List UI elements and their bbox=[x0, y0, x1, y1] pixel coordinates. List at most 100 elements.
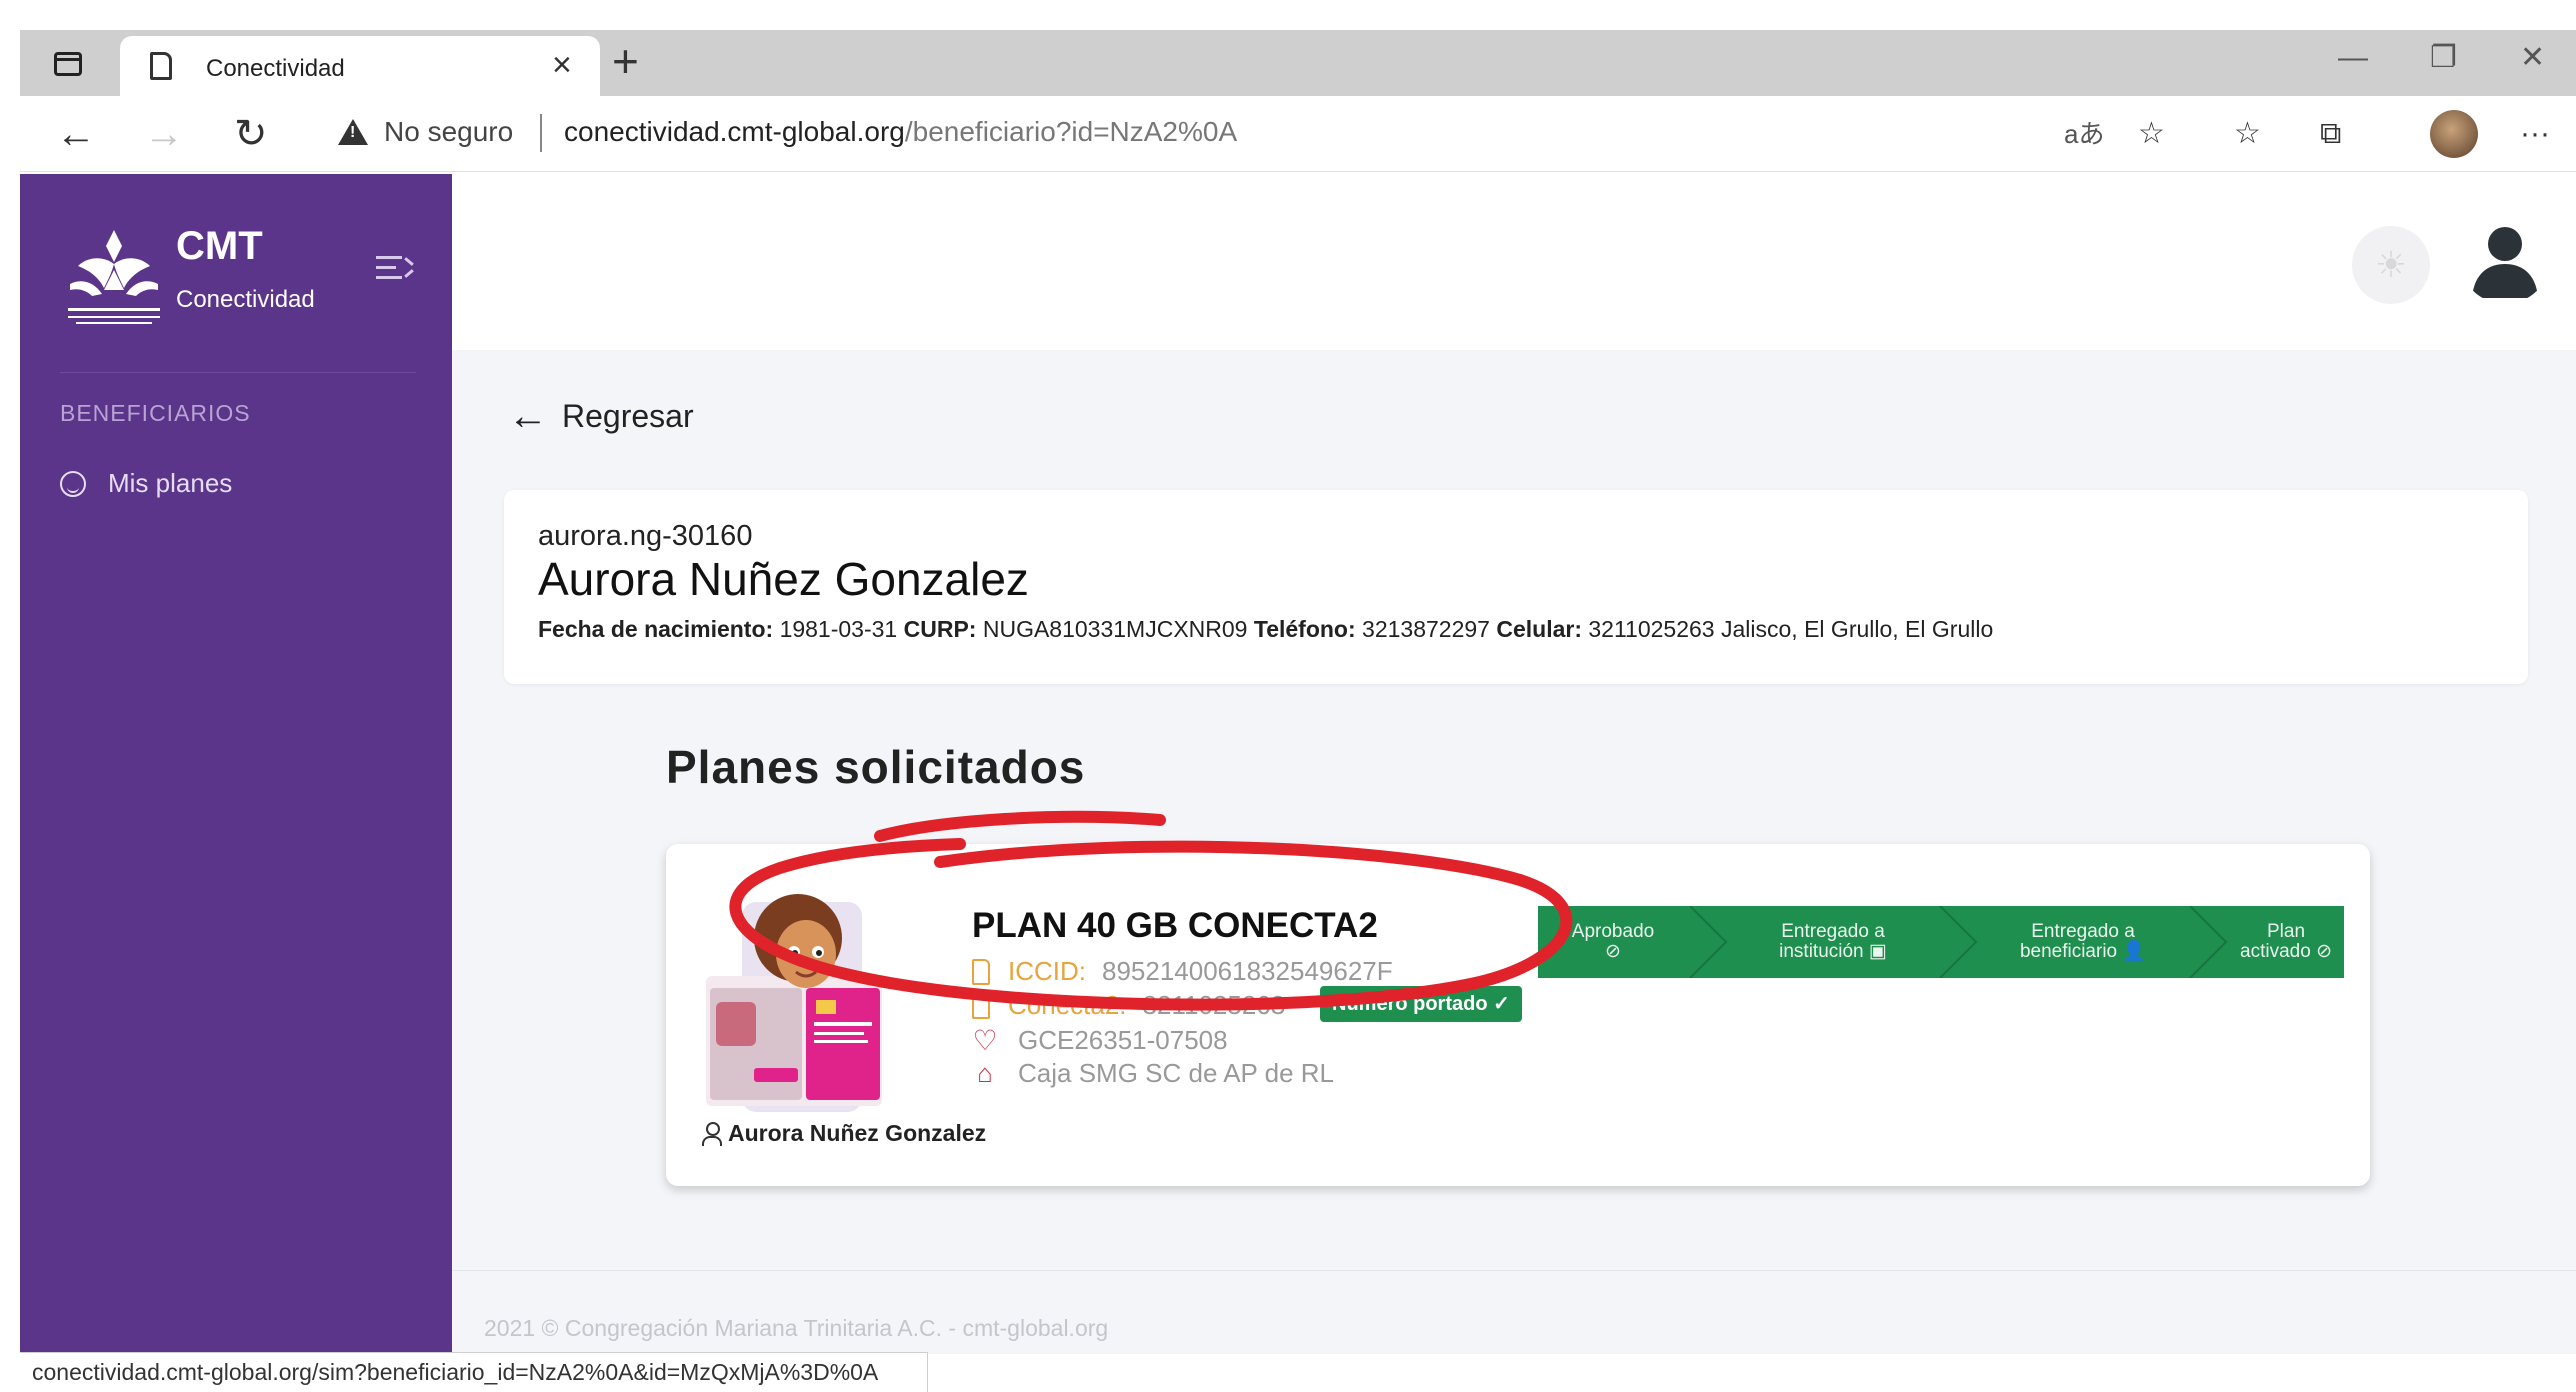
number-label: Conecta2: bbox=[1008, 990, 1127, 1020]
curp-value: NUGA810331MJCXNR09 bbox=[982, 616, 1248, 642]
step-entregado-beneficiario: Entregado a beneficiario 👤 bbox=[1978, 906, 2188, 978]
number-value: 3211025263 bbox=[1142, 990, 1286, 1020]
favorites-icon[interactable]: ☆ bbox=[2234, 116, 2261, 152]
plan-owner: Aurora Nuñez Gonzalez bbox=[702, 1120, 986, 1147]
check-circle-icon: ⊘ bbox=[1605, 941, 1621, 962]
beneficiary-details: Fecha de nacimiento: 1981-03-31 CURP: NU… bbox=[538, 616, 1993, 643]
security-indicator[interactable]: No seguro bbox=[338, 116, 513, 148]
iccid-value: 8952140061832549627F bbox=[1102, 956, 1393, 986]
section-title: Planes solicitados bbox=[666, 741, 1086, 793]
main-content: ← Regresar aurora.ng-30160 Aurora Nuñez … bbox=[452, 350, 2576, 1270]
sidebar-item-label: Mis planes bbox=[108, 468, 233, 498]
page-icon bbox=[150, 52, 172, 80]
favorite-add-icon[interactable]: ☆ bbox=[2138, 116, 2165, 152]
step-label: Plan bbox=[2266, 921, 2306, 942]
more-icon[interactable]: ··· bbox=[2520, 116, 2550, 152]
warning-icon bbox=[338, 119, 368, 145]
plan-product-image bbox=[706, 894, 882, 1112]
tab-strip: Conectividad × + — ❐ ✕ bbox=[20, 30, 2576, 96]
theme-toggle-icon[interactable]: ☀ bbox=[2352, 226, 2430, 304]
step-chevron bbox=[1939, 906, 1978, 978]
beneficiary-name: Aurora Nuñez Gonzalez bbox=[538, 553, 1029, 605]
institution-value: Caja SMG SC de AP de RL bbox=[1018, 1058, 1335, 1088]
back-link[interactable]: ← Regresar bbox=[508, 396, 694, 436]
iccid-row: ICCID: 8952140061832549627F bbox=[972, 956, 1393, 987]
sidebar-divider bbox=[60, 372, 416, 373]
phone-value: 3213872297 bbox=[1362, 616, 1490, 642]
page-footer: 2021 © Congregación Mariana Trinitaria A… bbox=[452, 1271, 2576, 1354]
minimize-icon[interactable]: — bbox=[2338, 38, 2368, 78]
plan-progress-bar: Aprobado ⊘ Entregado a institución ▣ Ent… bbox=[1538, 906, 2344, 978]
step-aprobado: Aprobado ⊘ bbox=[1538, 906, 1688, 978]
location: Jalisco, El Grullo, El Grullo bbox=[1721, 616, 1994, 642]
cell-label: Celular: bbox=[1496, 616, 1582, 642]
profile-avatar[interactable] bbox=[2430, 110, 2478, 158]
tab-title: Conectividad bbox=[206, 55, 345, 82]
page-header: ☀ bbox=[452, 174, 2576, 350]
clipboard-check-icon: ▣ bbox=[1868, 941, 1887, 962]
user-check-icon: 👤 bbox=[2122, 941, 2147, 962]
collections-icon[interactable]: ⧉ bbox=[2320, 116, 2341, 152]
cell-value: 3211025263 bbox=[1588, 616, 1715, 642]
sidebar-collapse-icon[interactable] bbox=[376, 256, 414, 286]
plan-name: PLAN 40 GB CONECTA2 bbox=[972, 906, 1378, 945]
footer-text: 2021 © Congregación Mariana Trinitaria A… bbox=[484, 1315, 1109, 1341]
url-separator bbox=[540, 114, 542, 152]
folio-value: GCE26351-07508 bbox=[1018, 1025, 1228, 1055]
back-label: Regresar bbox=[562, 397, 694, 434]
back-icon[interactable]: ← bbox=[56, 112, 96, 156]
smiley-icon bbox=[60, 470, 86, 497]
window-close-icon[interactable]: ✕ bbox=[2520, 38, 2545, 78]
heart-icon: ♡ bbox=[972, 1025, 998, 1056]
address-bar[interactable]: conectividad.cmt-global.org/beneficiario… bbox=[564, 116, 1237, 148]
step-label: Entregado a bbox=[1781, 921, 1885, 942]
sim-card-icon bbox=[972, 992, 990, 1019]
curp-label: CURP: bbox=[903, 616, 977, 642]
step-chevron bbox=[1689, 906, 1728, 978]
security-label: No seguro bbox=[384, 116, 514, 147]
tab-actions-button[interactable] bbox=[48, 44, 88, 84]
folio-row: ♡ GCE26351-07508 bbox=[972, 1024, 1228, 1057]
browser-window: Conectividad × + — ❐ ✕ ← → ↻ No seguro c… bbox=[0, 0, 2576, 1392]
step-plan-activado: Plan activado ⊘ bbox=[2228, 906, 2344, 978]
refresh-icon[interactable]: ↻ bbox=[234, 112, 268, 156]
sidebar-item-mis-planes[interactable]: Mis planes bbox=[60, 468, 232, 499]
step-label-2: institución bbox=[1779, 941, 1864, 962]
tab-conectividad[interactable]: Conectividad × bbox=[120, 36, 600, 96]
institution-row: ⌂ Caja SMG SC de AP de RL bbox=[972, 1058, 1334, 1089]
person-icon bbox=[702, 1121, 722, 1146]
iccid-label: ICCID: bbox=[1008, 956, 1086, 986]
new-tab-icon[interactable]: + bbox=[612, 36, 639, 86]
plan-card[interactable]: Aurora Nuñez Gonzalez PLAN 40 GB CONECTA… bbox=[666, 844, 2370, 1186]
status-bar-url: conectividad.cmt-global.org/sim?benefici… bbox=[20, 1352, 928, 1392]
browser-toolbar: ← → ↻ No seguro conectividad.cmt-global.… bbox=[20, 96, 2576, 172]
plan-owner-name: Aurora Nuñez Gonzalez bbox=[728, 1120, 987, 1146]
url-path: /beneficiario?id=NzA2%0A bbox=[904, 116, 1238, 147]
sidebar-section-heading: BENEFICIARIOS bbox=[60, 400, 251, 426]
sim-card-icon bbox=[972, 958, 990, 985]
user-avatar-icon[interactable] bbox=[2460, 214, 2550, 304]
forward-icon[interactable]: → bbox=[144, 112, 184, 156]
phone-label: Teléfono: bbox=[1253, 616, 1356, 642]
step-label-2: beneficiario bbox=[2019, 941, 2118, 962]
cmt-logo bbox=[68, 230, 160, 324]
step-entregado-institucion: Entregado a institución ▣ bbox=[1728, 906, 1938, 978]
brand-subtitle: Conectividad bbox=[176, 286, 315, 313]
step-label-2: activado bbox=[2240, 941, 2311, 962]
beneficiary-card: aurora.ng-30160 Aurora Nuñez Gonzalez Fe… bbox=[504, 490, 2528, 684]
sidebar: CMT Conectividad BENEFICIARIOS Mis plane… bbox=[20, 174, 452, 1354]
read-aloud-icon[interactable]: aあ bbox=[2064, 116, 2104, 152]
brand-name: CMT bbox=[176, 224, 263, 268]
step-label: Aprobado bbox=[1571, 921, 1655, 942]
beneficiary-username: aurora.ng-30160 bbox=[538, 520, 753, 552]
tab-close-icon[interactable]: × bbox=[552, 48, 572, 82]
step-label: Entregado a bbox=[2031, 921, 2135, 942]
birth-label: Fecha de nacimiento: bbox=[538, 616, 774, 642]
url-host: conectividad.cmt-global.org bbox=[564, 116, 905, 147]
home-icon: ⌂ bbox=[977, 1058, 993, 1088]
arrow-left-icon: ← bbox=[508, 394, 548, 438]
birth-value: 1981-03-31 bbox=[779, 616, 898, 642]
step-chevron bbox=[2189, 906, 2228, 978]
restore-icon[interactable]: ❐ bbox=[2430, 38, 2457, 78]
ported-badge: Número portado ✓ bbox=[1320, 986, 1522, 1022]
